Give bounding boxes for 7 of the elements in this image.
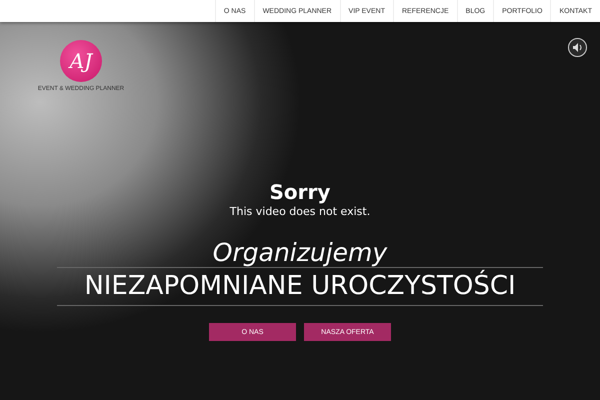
error-title: Sorry <box>270 180 330 204</box>
hero-kicker: Organizujemy <box>212 238 388 267</box>
hero-headline: NIEZAPOMNIANE UROCZYSTOŚCI <box>84 268 516 303</box>
logo-monogram: AJ <box>60 40 102 82</box>
speaker-icon <box>572 43 582 52</box>
error-message: This video does not exist. <box>230 205 370 218</box>
sound-button[interactable] <box>568 38 587 57</box>
